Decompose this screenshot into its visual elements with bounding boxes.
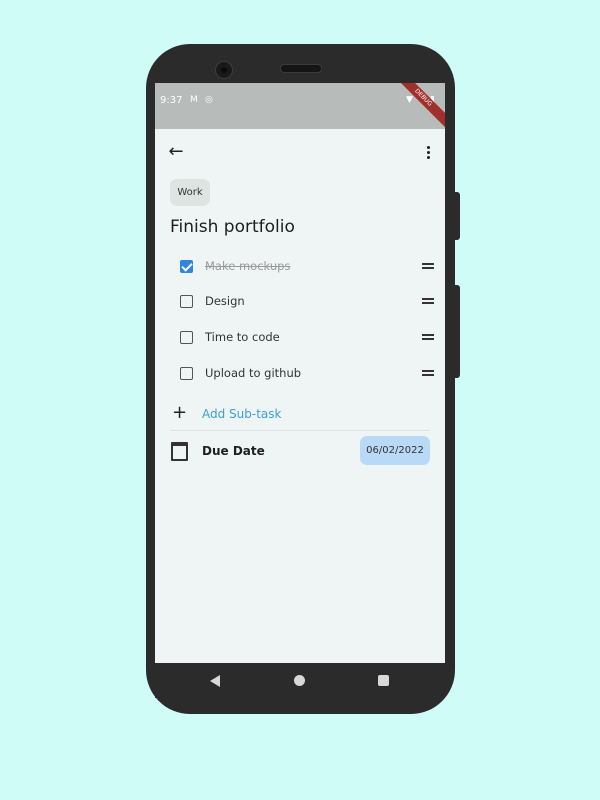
power-button bbox=[455, 285, 460, 378]
debug-banner: DEBUG bbox=[391, 83, 445, 130]
category-chip[interactable]: Work bbox=[170, 179, 210, 206]
task-title[interactable]: Finish portfolio bbox=[170, 217, 295, 237]
status-time: 9:37 bbox=[160, 95, 183, 106]
calendar-icon bbox=[171, 442, 188, 461]
plus-icon: + bbox=[172, 402, 188, 423]
system-nav-bar bbox=[155, 663, 445, 698]
drag-handle-icon[interactable] bbox=[422, 334, 434, 340]
checkbox[interactable] bbox=[180, 367, 193, 380]
wifi-icon: ▼ bbox=[406, 95, 413, 105]
arrow-back-icon[interactable]: ← bbox=[165, 141, 187, 163]
sync-icon: ◎ bbox=[205, 95, 213, 105]
checkbox-checked[interactable] bbox=[180, 260, 193, 273]
subtask-row[interactable]: Time to code bbox=[170, 321, 435, 355]
subtask-row[interactable]: Upload to github bbox=[170, 357, 435, 391]
checkbox[interactable] bbox=[180, 331, 193, 344]
drag-handle-icon[interactable] bbox=[422, 370, 434, 376]
drag-handle-icon[interactable] bbox=[422, 298, 434, 304]
front-camera bbox=[215, 61, 233, 79]
status-bar: 9:37 M ◎ ▼ ▮ DEBUG bbox=[155, 83, 445, 130]
nav-recents-icon[interactable] bbox=[378, 675, 389, 686]
due-date-label: Due Date bbox=[202, 444, 265, 458]
checkbox[interactable] bbox=[180, 295, 193, 308]
subtask-row[interactable]: Design bbox=[170, 285, 435, 319]
subtask-row[interactable]: Make mockups bbox=[170, 250, 435, 284]
app-screen: 9:37 M ◎ ▼ ▮ DEBUG ← Work Finish portfol… bbox=[155, 83, 445, 663]
nav-home-icon[interactable] bbox=[294, 675, 305, 686]
volume-button bbox=[455, 192, 460, 240]
divider bbox=[170, 430, 430, 431]
nav-back-icon[interactable] bbox=[210, 675, 220, 687]
add-subtask-button[interactable]: + Add Sub-task bbox=[170, 400, 430, 430]
subtask-label: Upload to github bbox=[205, 366, 302, 380]
gmail-icon: M bbox=[190, 95, 198, 105]
subtask-label: Time to code bbox=[205, 330, 280, 344]
due-date-picker[interactable]: 06/02/2022 bbox=[360, 436, 430, 465]
subtask-label: Make mockups bbox=[205, 259, 291, 273]
subtask-label: Design bbox=[205, 294, 245, 308]
drag-handle-icon[interactable] bbox=[422, 263, 434, 269]
add-subtask-label: Add Sub-task bbox=[202, 407, 282, 421]
more-vert-icon[interactable] bbox=[421, 141, 435, 163]
earpiece-speaker bbox=[280, 64, 322, 73]
app-bar: ← bbox=[155, 129, 445, 173]
